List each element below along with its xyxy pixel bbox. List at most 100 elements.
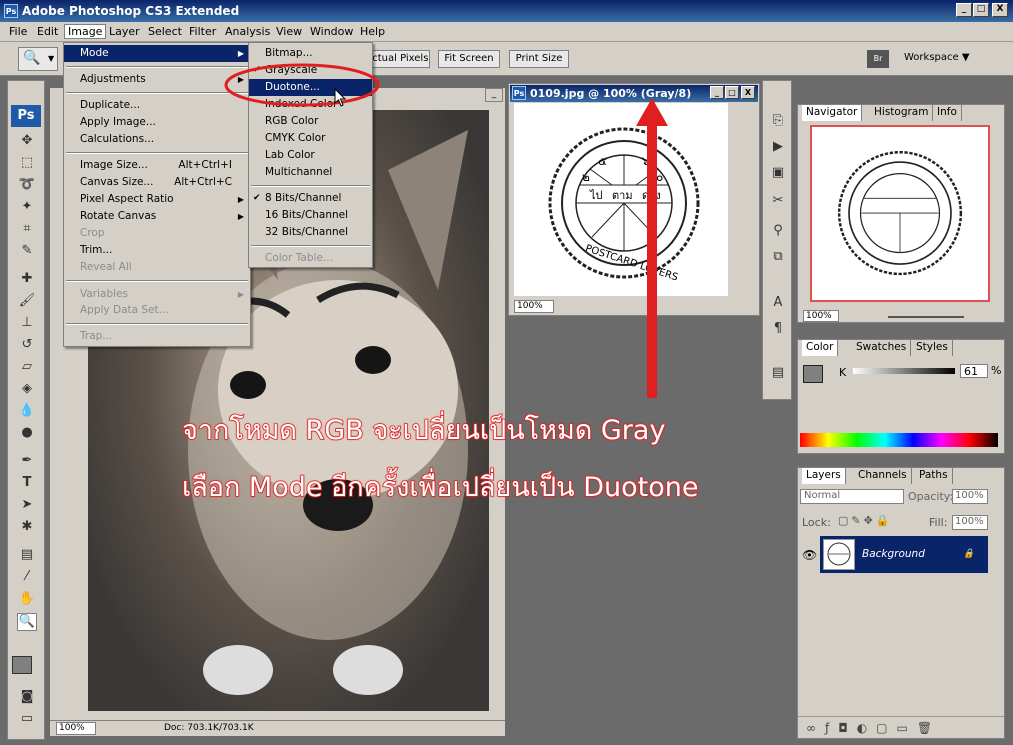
dodge-tool-icon[interactable]: ● [17,425,37,443]
layer-row-background[interactable]: Background 🔒 [820,536,988,573]
lasso-tool-icon[interactable]: ➰ [17,177,37,195]
stamp-close-button[interactable]: X [741,86,755,99]
menu-item-rotate-canvas[interactable]: Rotate Canvas ▶ [64,208,250,225]
color-spectrum-bar[interactable] [800,433,998,447]
eraser-tool-icon[interactable]: ▱ [17,359,37,377]
menu-edit[interactable]: Edit [37,25,58,38]
k-slider[interactable] [853,368,955,374]
layer-comps-icon[interactable]: ▣ [768,163,788,183]
fit-screen-button[interactable]: Fit Screen [438,50,500,68]
fill-field[interactable]: 100% [952,515,988,530]
menu-window[interactable]: Window [310,25,353,38]
opacity-field[interactable]: 100% [952,489,988,504]
brushes-icon[interactable]: ⚲ [768,221,788,241]
close-button[interactable]: X [992,3,1008,17]
tab-paths[interactable]: Paths [915,468,953,484]
navigator-zoom-slider[interactable] [888,316,964,318]
tool-presets-icon[interactable]: ✂ [768,191,788,211]
path-selection-icon[interactable]: ➤ [17,497,37,515]
menu-item-trim[interactable]: Trim... [64,242,250,259]
crop-tool-icon[interactable]: ⌗ [17,221,37,239]
menu-layer[interactable]: Layer [109,25,140,38]
paint-bucket-icon[interactable]: ◈ [17,381,37,399]
menu-select[interactable]: Select [148,25,182,38]
screen-mode-icon[interactable]: ▭ [17,711,37,729]
tab-navigator[interactable]: Navigator [802,105,863,121]
move-tool-icon[interactable]: ✥ [17,133,37,151]
tab-styles[interactable]: Styles [912,340,953,356]
history-brush-icon[interactable]: ↺ [17,337,37,355]
stamp-zoom-field[interactable]: 100% [514,300,554,313]
hand-tool-icon[interactable]: ✋ [17,591,37,609]
tab-channels[interactable]: Channels [854,468,912,484]
pen-tool-icon[interactable]: ✒ [17,453,37,471]
mode-rgb-color[interactable]: RGB Color [249,113,372,130]
print-size-button[interactable]: Print Size [509,50,569,68]
layers-bottom-toolbar[interactable]: ∞ƒ◘◐▢▭🗑 [798,716,1004,738]
menu-help[interactable]: Help [360,25,385,38]
menu-analysis[interactable]: Analysis [225,25,270,38]
character-panel-icon[interactable]: A [768,293,788,313]
fill-label: Fill: [929,516,948,529]
mode-multichannel[interactable]: Multichannel [249,164,372,181]
workspace-menu[interactable]: Workspace ▼ [904,52,970,63]
stamp-minimize-button[interactable]: _ [710,86,724,99]
type-tool-icon[interactable]: T [17,475,37,493]
magic-wand-icon[interactable]: ✦ [17,199,37,217]
dog-window-minimize[interactable]: _ [485,88,503,102]
menu-item-apply-image[interactable]: Apply Image... [64,114,250,131]
eye-icon[interactable]: 👁 [802,548,817,562]
menu-file[interactable]: File [9,25,27,38]
blur-tool-icon[interactable]: 💧 [17,403,37,421]
lock-icons[interactable]: ▢✎✥🔒 [838,514,893,527]
title-bar: Ps Adobe Photoshop CS3 Extended _ □ X [0,0,1013,22]
bridge-icon[interactable]: Br [867,50,889,68]
tab-histogram[interactable]: Histogram [870,105,934,121]
navigator-thumbnail[interactable] [810,125,990,302]
tab-swatches[interactable]: Swatches [852,340,912,356]
brush-tool-icon[interactable]: 🖌 [17,293,37,311]
tab-layers[interactable]: Layers [802,468,846,484]
menu-item-canvas-size[interactable]: Canvas Size... Alt+Ctrl+C [64,174,250,191]
shape-tool-icon[interactable]: ✱ [17,519,37,537]
notes-panel-icon[interactable]: ▤ [768,363,788,383]
menu-item-calculations[interactable]: Calculations... [64,131,250,148]
zoom-tool-icon[interactable]: 🔍 [17,613,37,631]
slice-tool-icon[interactable]: ✎ [17,243,37,261]
marquee-tool-icon[interactable]: ⬚ [17,155,37,173]
minimize-button[interactable]: _ [956,3,972,17]
k-value-field[interactable]: 61 [960,364,988,378]
annotation-line-1: จากโหมด RGB จะเปลี่ยนเป็นโหมด Gray [181,414,666,447]
dog-zoom-field[interactable]: 100% [56,722,96,735]
notes-tool-icon[interactable]: ▤ [17,547,37,565]
mode-lab-color[interactable]: Lab Color [249,147,372,164]
fg-color-swatch[interactable] [803,365,823,383]
eyedropper-tool-icon[interactable]: ⁄ [17,569,37,587]
stamp-maximize-button[interactable]: □ [725,86,739,99]
menu-image[interactable]: Image [64,24,107,39]
paragraph-panel-icon[interactable]: ¶ [768,319,788,339]
quick-mask-icon[interactable]: ◙ [17,689,37,707]
check-icon: ✔ [253,193,261,203]
actions-panel-icon[interactable]: ▶ [768,137,788,157]
mode-8-bits[interactable]: ✔ 8 Bits/Channel [249,190,372,207]
tool-preset-picker[interactable]: 🔍 ▼ [18,47,58,71]
menu-item-pixel-aspect[interactable]: Pixel Aspect Ratio ▶ [64,191,250,208]
history-panel-icon[interactable]: ⎘ [768,111,788,131]
navigator-zoom-field[interactable]: 100% [803,310,839,322]
foreground-color-swatch[interactable] [12,656,32,674]
stamp-canvas[interactable]: ๕ ๖ ๒ ๐ ไป ตาม ดวง POSTCARD LOVERS [514,103,728,296]
clone-source-icon[interactable]: ⧉ [768,247,788,267]
menu-view[interactable]: View [276,25,302,38]
maximize-button[interactable]: □ [973,3,989,17]
menu-filter[interactable]: Filter [189,25,216,38]
menu-item-image-size[interactable]: Image Size... Alt+Ctrl+I [64,157,250,174]
tab-color[interactable]: Color [802,340,839,356]
healing-brush-icon[interactable]: ✚ [17,271,37,289]
tab-info[interactable]: Info [933,105,962,121]
mode-32-bits[interactable]: 32 Bits/Channel [249,224,372,241]
blend-mode-select[interactable]: Normal [800,489,904,504]
stamp-tool-icon[interactable]: ⊥ [17,315,37,333]
mode-16-bits[interactable]: 16 Bits/Channel [249,207,372,224]
mode-cmyk-color[interactable]: CMYK Color [249,130,372,147]
